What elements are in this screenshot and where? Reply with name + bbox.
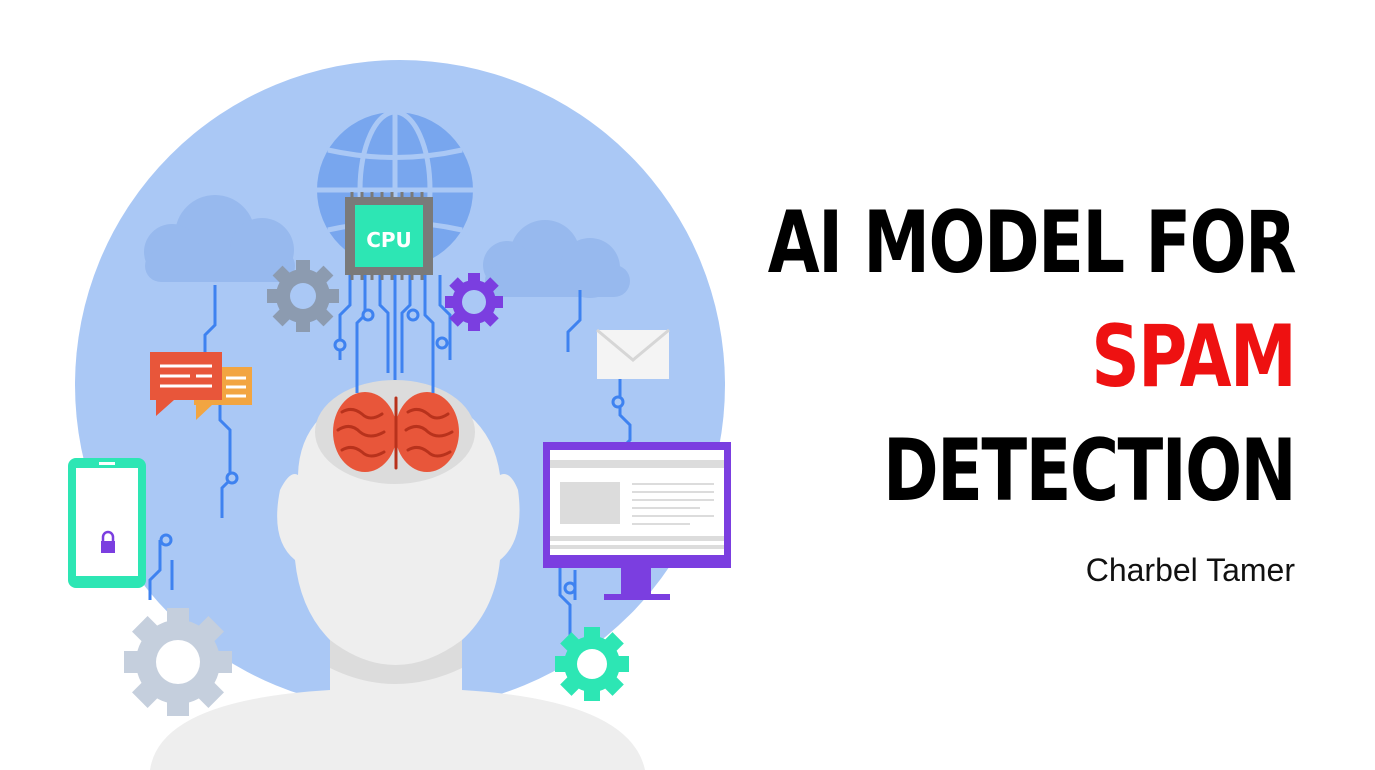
ai-spam-illustration: CPU [68,60,731,770]
envelope-icon [596,328,670,379]
gear-icon [124,608,232,716]
author-name: Charbel Tamer [1085,552,1295,588]
cpu-label: CPU [366,228,412,252]
gear-icon [555,627,629,701]
brain-icon [333,392,459,472]
slide-title: AI MODEL FOR SPAM DETECTION [767,186,1297,528]
title-line-1: AI MODEL FOR [767,193,1297,293]
gear-icon [267,260,339,332]
smartphone-lock-icon [68,458,146,588]
title-line-2: SPAM [1091,307,1296,407]
title-line-3: DETECTION [882,421,1297,521]
gear-icon [445,273,503,331]
cpu-chip-icon: CPU [345,192,433,280]
